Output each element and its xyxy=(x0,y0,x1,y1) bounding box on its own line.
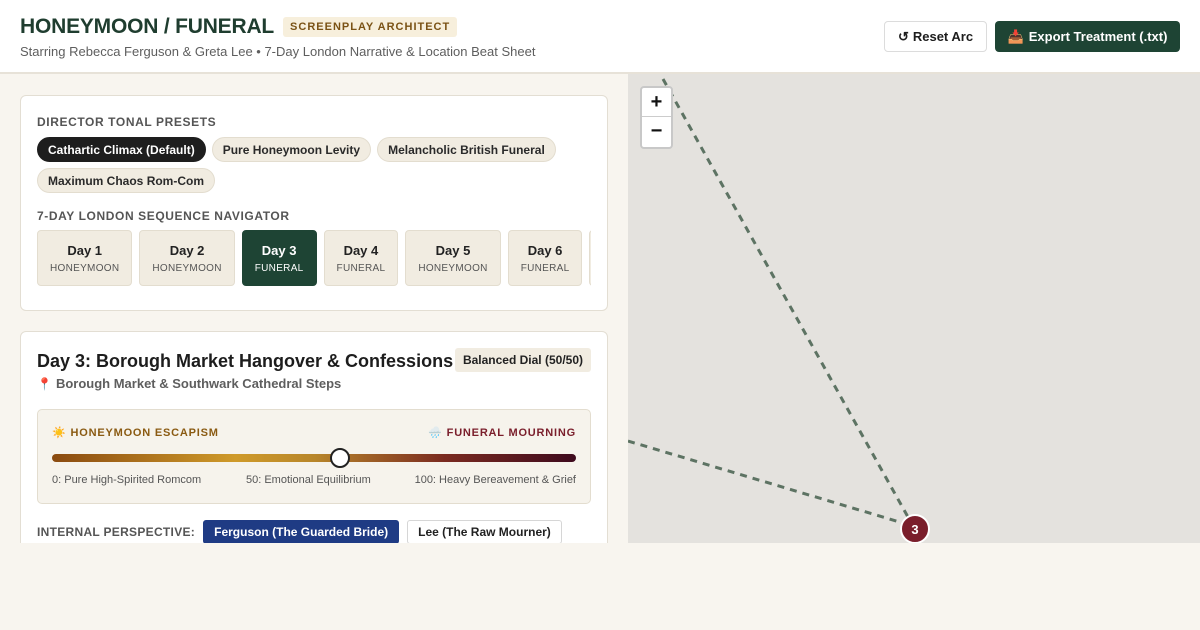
day-navigator-strip: Day 1 HONEYMOON Day 2 HONEYMOON Day 3 FU… xyxy=(37,230,591,286)
route-line-west xyxy=(628,439,914,528)
day-tab-type: HONEYMOON xyxy=(50,262,120,274)
day-tab-number: Day 6 xyxy=(527,242,563,258)
day-tab-1[interactable]: Day 1 HONEYMOON xyxy=(37,230,133,286)
preset-chip-melancholic-british-funeral[interactable]: Melancholic British Funeral xyxy=(377,137,556,162)
day-title: Day 3: Borough Market Hangover & Confess… xyxy=(37,351,454,371)
funeral-mourning-text: FUNERAL MOURNING xyxy=(446,426,576,439)
preset-chip-label: Cathartic Climax (Default) xyxy=(48,142,195,157)
dial-status-badge: Balanced Dial (50/50) xyxy=(454,348,591,372)
day-location-text: Borough Market & Southwark Cathedral Ste… xyxy=(55,376,342,391)
day-tab-3[interactable]: Day 3 FUNERAL xyxy=(241,230,317,286)
perspective-option-label: Ferguson (The Guarded Bride) xyxy=(214,525,389,539)
title-row: HONEYMOON / FUNERAL SCREENPLAY ARCHITECT xyxy=(20,15,458,39)
map-marker-label: 3 xyxy=(911,522,918,537)
sun-icon: ☀️ xyxy=(52,427,67,439)
preset-chip-maximum-chaos-rom-com[interactable]: Maximum Chaos Rom-Com xyxy=(37,168,216,193)
app-title: HONEYMOON / FUNERAL xyxy=(20,15,275,38)
day-location: 📍 Borough Market & Southwark Cathedral S… xyxy=(37,376,341,391)
preset-chip-label: Melancholic British Funeral xyxy=(388,142,545,157)
reset-arc-label: Reset Arc xyxy=(912,29,974,44)
preset-chip-group: Cathartic Climax (Default) Pure Honeymoo… xyxy=(37,137,593,193)
day-tab-4[interactable]: Day 4 FUNERAL xyxy=(323,230,399,286)
day-tab-type: FUNERAL xyxy=(520,262,570,274)
honeymoon-escapism-label: ☀️ HONEYMOON ESCAPISM xyxy=(52,426,219,440)
location-map[interactable]: 3 + − xyxy=(628,74,1200,543)
tonal-dial-slider-track[interactable] xyxy=(52,448,576,468)
day-tab-type: FUNERAL xyxy=(254,262,304,274)
day-tab-7-partial[interactable] xyxy=(589,230,591,286)
preset-chip-label: Maximum Chaos Rom-Com xyxy=(48,173,205,188)
day-tab-type: FUNERAL xyxy=(336,262,386,274)
day-tab-number: Day 3 xyxy=(261,242,297,258)
presets-card: DIRECTOR TONAL PRESETS Cathartic Climax … xyxy=(20,95,608,311)
rain-cloud-icon: 🌧️ xyxy=(428,427,443,439)
dial-tick-50: 50: Emotional Equilibrium xyxy=(246,474,371,486)
perspective-row: INTERNAL PERSPECTIVE: Ferguson (The Guar… xyxy=(37,520,562,543)
day-tab-type: HONEYMOON xyxy=(152,262,222,274)
export-treatment-button[interactable]: 📥 Export Treatment (.txt) xyxy=(995,21,1180,52)
perspective-label: INTERNAL PERSPECTIVE: xyxy=(37,525,196,539)
map-pin-icon: 📍 xyxy=(37,376,52,391)
preset-chip-pure-honeymoon-levity[interactable]: Pure Honeymoon Levity xyxy=(211,137,372,162)
day-tab-number: Day 4 xyxy=(343,242,379,258)
day-tab-6[interactable]: Day 6 FUNERAL xyxy=(507,230,583,286)
app-subtitle: Starring Rebecca Ferguson & Greta Lee • … xyxy=(20,44,536,59)
download-tray-icon: 📥 xyxy=(1007,28,1024,44)
day-detail-card: Day 3: Borough Market Hangover & Confess… xyxy=(20,331,608,543)
left-pane: DIRECTOR TONAL PRESETS Cathartic Climax … xyxy=(0,76,628,543)
presets-section-label: DIRECTOR TONAL PRESETS xyxy=(37,115,217,129)
tonal-dial-slider-thumb[interactable] xyxy=(330,448,351,468)
day-tab-type: HONEYMOON xyxy=(418,262,488,274)
tonal-dial-box: ☀️ HONEYMOON ESCAPISM 🌧️ FUNERAL MOURNIN… xyxy=(37,409,591,504)
app-header: HONEYMOON / FUNERAL SCREENPLAY ARCHITECT… xyxy=(0,0,1200,74)
export-treatment-label: Export Treatment (.txt) xyxy=(1028,29,1168,44)
map-route-layer: 3 xyxy=(628,78,930,543)
day-tab-number: Day 1 xyxy=(67,242,103,258)
dial-tick-100: 100: Heavy Bereavement & Grief xyxy=(414,474,576,486)
app-badge: SCREENPLAY ARCHITECT xyxy=(283,17,458,37)
zoom-in-button[interactable]: + xyxy=(642,88,671,117)
preset-chip-cathartic-climax[interactable]: Cathartic Climax (Default) xyxy=(37,137,206,162)
perspective-lee-button[interactable]: Lee (The Raw Mourner) xyxy=(407,520,562,543)
zoom-out-button[interactable]: − xyxy=(642,117,671,146)
honeymoon-escapism-text: HONEYMOON ESCAPISM xyxy=(70,426,219,439)
perspective-option-label: Lee (The Raw Mourner) xyxy=(418,525,551,539)
preset-chip-label: Pure Honeymoon Levity xyxy=(222,142,361,157)
route-line-north xyxy=(661,78,915,527)
perspective-ferguson-button[interactable]: Ferguson (The Guarded Bride) xyxy=(203,520,400,543)
map-zoom-control: + − xyxy=(640,86,673,149)
day-tab-2[interactable]: Day 2 HONEYMOON xyxy=(139,230,235,286)
funeral-mourning-label: 🌧️ FUNERAL MOURNING xyxy=(428,426,576,440)
reset-arc-button[interactable]: ↺ Reset Arc xyxy=(884,21,987,52)
day-tab-5[interactable]: Day 5 HONEYMOON xyxy=(405,230,501,286)
navigator-section-label: 7-DAY LONDON SEQUENCE NAVIGATOR xyxy=(37,209,290,223)
day-tab-number: Day 5 xyxy=(435,242,471,258)
dial-tick-0: 0: Pure High-Spirited Romcom xyxy=(52,474,202,486)
reset-icon: ↺ xyxy=(897,28,909,44)
day-tab-number: Day 2 xyxy=(169,242,205,258)
map-marker-day-3[interactable]: 3 xyxy=(900,514,930,543)
